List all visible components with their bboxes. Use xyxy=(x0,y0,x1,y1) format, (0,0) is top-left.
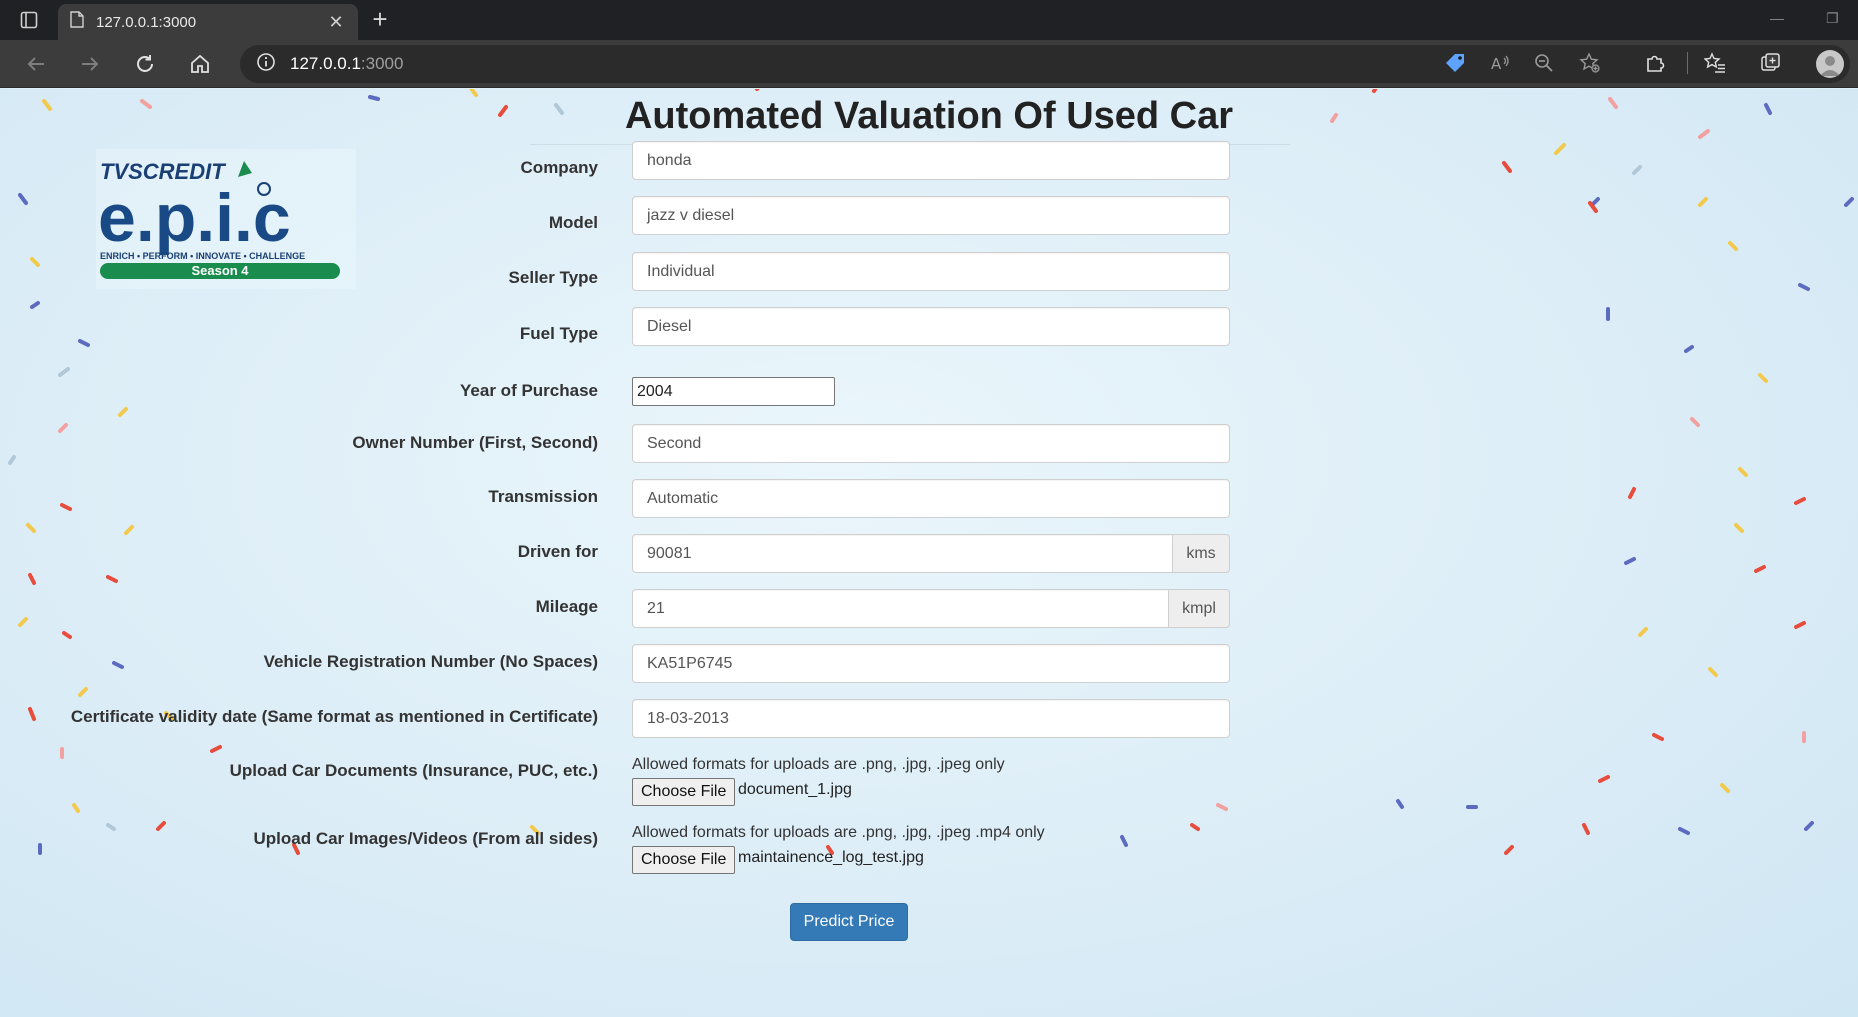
home-icon[interactable] xyxy=(186,50,214,78)
page-icon xyxy=(70,11,84,33)
fuel-type-input[interactable]: Diesel xyxy=(632,307,1230,346)
company-input[interactable]: honda xyxy=(632,141,1230,180)
mileage-input[interactable]: 21 xyxy=(632,589,1169,628)
page-title: Automated Valuation Of Used Car xyxy=(624,95,1234,137)
company-label: Company xyxy=(520,158,598,177)
logo-tagline: ENRICH • PERFORM • INNOVATE • CHALLENGE xyxy=(100,251,305,261)
year-label: Year of Purchase xyxy=(460,381,598,400)
documents-label: Upload Car Documents (Insurance, PUC, et… xyxy=(229,761,598,780)
model-input[interactable]: jazz v diesel xyxy=(632,196,1230,235)
toolbar-divider xyxy=(1687,52,1688,74)
tab-title: 127.0.0.1:3000 xyxy=(96,13,197,31)
tab-actions-icon[interactable] xyxy=(18,9,40,31)
mileage-unit: kmpl xyxy=(1168,589,1230,628)
collections-icon[interactable] xyxy=(1758,50,1784,76)
images-file-name: maintainence_log_test.jpg xyxy=(738,849,924,866)
driven-label: Driven for xyxy=(517,542,598,561)
extensions-icon[interactable] xyxy=(1642,50,1668,76)
favorites-icon[interactable] xyxy=(1702,50,1728,76)
owner-input[interactable]: Second xyxy=(632,424,1230,463)
page-content: Automated Valuation Of Used Car TVSCREDI… xyxy=(0,89,1858,1017)
new-tab-icon[interactable]: + xyxy=(366,6,394,34)
zoom-out-icon[interactable] xyxy=(1531,50,1557,76)
profile-avatar[interactable] xyxy=(1816,50,1844,78)
browser-tab[interactable]: 127.0.0.1:3000 ✕ xyxy=(58,4,358,40)
documents-file-name: document_1.jpg xyxy=(738,781,852,798)
read-aloud-icon[interactable]: A xyxy=(1487,50,1513,76)
mileage-label: Mileage xyxy=(535,597,598,616)
address-port: :3000 xyxy=(360,54,404,73)
images-choose-file-button[interactable]: Choose File xyxy=(632,846,736,874)
fuel-type-label: Fuel Type xyxy=(519,324,598,343)
certificate-label: Certificate validity date (Same format a… xyxy=(70,707,598,726)
images-label: Upload Car Images/Videos (From all sides… xyxy=(253,829,598,848)
svg-text:A: A xyxy=(1491,55,1502,73)
restore-icon[interactable]: ❐ xyxy=(1826,10,1839,27)
year-input[interactable]: 2004 xyxy=(632,377,835,406)
seller-type-label: Seller Type xyxy=(508,268,598,287)
seller-type-input[interactable]: Individual xyxy=(632,252,1230,291)
transmission-label: Transmission xyxy=(488,487,598,506)
address-bar[interactable]: 127.0.0.1:3000 xyxy=(240,45,1850,83)
price-tag-icon[interactable] xyxy=(1442,50,1468,76)
driven-input[interactable]: 90081 xyxy=(632,534,1173,573)
driven-unit: kms xyxy=(1172,534,1230,573)
add-favorite-icon[interactable] xyxy=(1577,50,1603,76)
refresh-icon[interactable] xyxy=(131,50,159,78)
minimize-icon[interactable]: — xyxy=(1770,10,1784,26)
model-label: Model xyxy=(548,213,598,232)
close-tab-icon[interactable]: ✕ xyxy=(326,12,346,33)
logo-season: Season 4 xyxy=(191,263,249,278)
tvs-credit-epic-logo: TVSCREDIT e.p.i.c ENRICH • PERFORM • INN… xyxy=(96,149,356,289)
transmission-input[interactable]: Automatic xyxy=(632,479,1230,518)
certificate-date-input[interactable]: 18-03-2013 xyxy=(632,699,1230,738)
logo-mark: e.p.i.c xyxy=(98,180,291,256)
registration-label: Vehicle Registration Number (No Spaces) xyxy=(263,652,598,671)
owner-label: Owner Number (First, Second) xyxy=(352,433,598,452)
browser-tab-strip: 127.0.0.1:3000 ✕ + — ❐ xyxy=(0,0,1858,40)
address-host: 127.0.0.1 xyxy=(290,54,361,73)
predict-price-button[interactable]: Predict Price xyxy=(790,903,908,941)
registration-input[interactable]: KA51P6745 xyxy=(632,644,1230,683)
site-info-icon[interactable] xyxy=(256,52,276,77)
forward-icon[interactable] xyxy=(76,50,104,78)
documents-choose-file-button[interactable]: Choose File xyxy=(632,778,736,806)
images-hint: Allowed formats for uploads are .png, .j… xyxy=(632,824,1045,841)
browser-toolbar: 127.0.0.1:3000 A xyxy=(0,40,1858,88)
documents-hint: Allowed formats for uploads are .png, .j… xyxy=(632,756,1005,773)
back-icon[interactable] xyxy=(22,50,50,78)
